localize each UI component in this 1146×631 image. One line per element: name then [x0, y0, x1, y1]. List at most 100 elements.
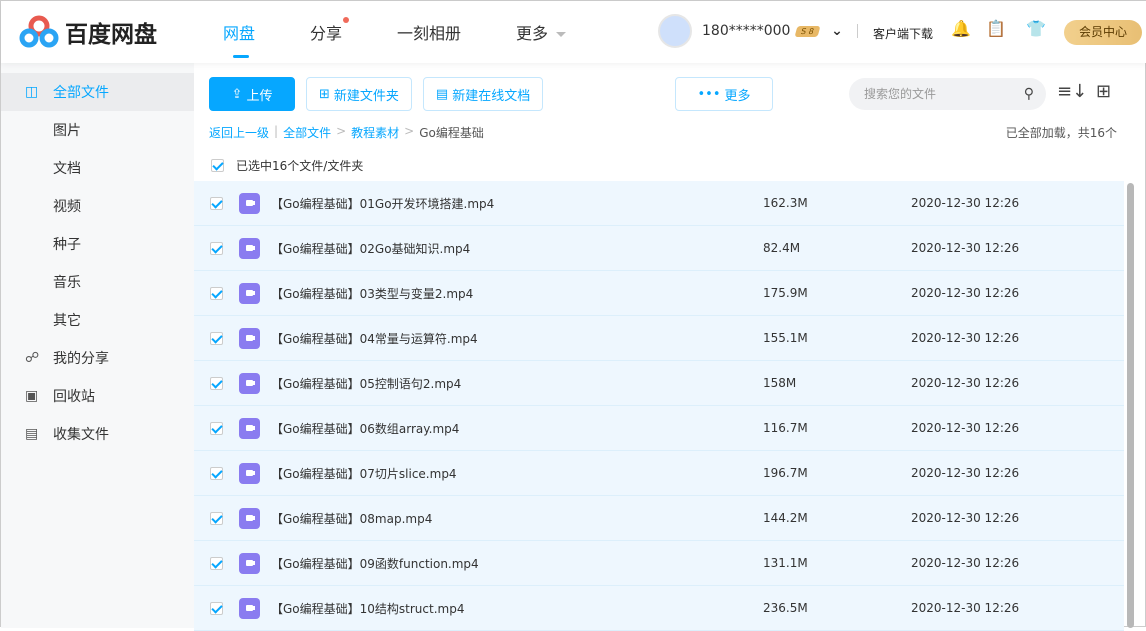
sidebar-item-label: 我的分享 — [53, 351, 109, 367]
file-name[interactable]: 【Go编程基础】10结构struct.mp4 — [271, 600, 464, 617]
file-name[interactable]: 【Go编程基础】06数组array.mp4 — [271, 420, 459, 437]
avatar[interactable] — [658, 14, 692, 48]
file-name[interactable]: 【Go编程基础】02Go基础知识.mp4 — [271, 240, 470, 257]
caret-down-icon — [556, 31, 567, 42]
file-row[interactable]: 【Go编程基础】02Go基础知识.mp4 82.4M 2020-12-30 12:2… — [194, 226, 1124, 271]
user-menu[interactable]: 180*****000 S 8 ⌄ — [658, 14, 843, 48]
sidebar-item-documents[interactable]: 文档 — [1, 149, 194, 187]
tshirt-icon[interactable]: 👕 — [1026, 19, 1046, 39]
file-row[interactable]: 【Go编程基础】03类型与变量2.mp4 175.9M 2020-12-30 12:… — [194, 271, 1124, 316]
file-date: 2020-12-30 12:26 — [911, 241, 1020, 255]
file-row[interactable]: 【Go编程基础】04常量与运算符.mp4 155.1M 2020-12-30 12:… — [194, 316, 1124, 361]
dots-icon: ••• — [697, 86, 721, 102]
video-file-icon — [239, 462, 260, 484]
sidebar-item-music[interactable]: 音乐 — [1, 263, 194, 301]
sidebar-item-my-shares[interactable]: ☍ 我的分享 — [1, 339, 194, 377]
sidebar-item-label: 音乐 — [53, 275, 81, 291]
file-size: 131.1M — [763, 556, 808, 570]
sidebar-item-label: 回收站 — [53, 389, 95, 405]
file-date: 2020-12-30 12:26 — [911, 376, 1020, 390]
sidebar-item-recycle-bin[interactable]: ▣ 回收站 — [1, 377, 194, 415]
file-list: 【Go编程基础】01Go开发环境搭建.mp4 162.3M 2020-12-30 1… — [194, 181, 1124, 631]
file-row[interactable]: 【Go编程基础】08map.mp4 144.2M 2020-12-30 12:26 — [194, 496, 1124, 541]
select-all-checkbox[interactable] — [211, 159, 224, 172]
file-name[interactable]: 【Go编程基础】05控制语句2.mp4 — [271, 375, 461, 392]
video-file-icon — [239, 507, 260, 529]
file-row[interactable]: 【Go编程基础】09函数function.mp4 131.1M 2020-12-30… — [194, 541, 1124, 586]
new-folder-button[interactable]: ⊞ 新建文件夹 — [306, 77, 412, 111]
sidebar-item-videos[interactable]: 视频 — [1, 187, 194, 225]
baidu-netdisk-logo-icon — [19, 15, 59, 48]
file-name[interactable]: 【Go编程基础】08map.mp4 — [271, 510, 432, 527]
bell-icon[interactable]: 🔔 — [951, 19, 971, 39]
notification-dot — [343, 17, 350, 23]
file-name[interactable]: 【Go编程基础】01Go开发环境搭建.mp4 — [271, 195, 494, 212]
breadcrumb-tutorials[interactable]: 教程素材 — [351, 124, 399, 141]
sidebar-item-images[interactable]: 图片 — [1, 111, 194, 149]
files-icon: ◫ — [25, 84, 39, 100]
nav-more-label: 更多 — [516, 24, 549, 43]
file-row[interactable]: 【Go编程基础】01Go开发环境搭建.mp4 162.3M 2020-12-30 1… — [194, 181, 1124, 226]
new-doc-label: 新建在线文档 — [452, 88, 531, 104]
clipboard-icon[interactable]: 📋 — [986, 19, 1006, 39]
file-size: 155.1M — [763, 331, 808, 345]
client-download-link[interactable]: 客户端下载 — [873, 25, 933, 42]
row-checkbox[interactable] — [210, 241, 223, 255]
username: 180*****000 — [702, 23, 791, 39]
row-checkbox[interactable] — [210, 286, 223, 300]
nav-netdisk[interactable]: 网盘 — [223, 20, 255, 58]
video-file-icon — [239, 237, 260, 259]
scrollbar[interactable] — [1127, 183, 1134, 628]
row-checkbox[interactable] — [210, 556, 223, 570]
breadcrumb-all-files[interactable]: 全部文件 — [283, 124, 331, 141]
file-name[interactable]: 【Go编程基础】03类型与变量2.mp4 — [271, 285, 473, 302]
sort-icon[interactable]: ≡↓ — [1057, 81, 1087, 102]
file-row[interactable]: 【Go编程基础】07切片slice.mp4 196.7M 2020-12-30 12… — [194, 451, 1124, 496]
video-file-icon — [239, 417, 260, 439]
file-name[interactable]: 【Go编程基础】09函数function.mp4 — [271, 555, 479, 572]
select-all[interactable]: 已选中16个文件/文件夹 — [211, 157, 363, 174]
more-button[interactable]: ••• 更多 — [675, 77, 773, 111]
file-row[interactable]: 【Go编程基础】06数组array.mp4 116.7M 2020-12-30 12… — [194, 406, 1124, 451]
upload-label: 上传 — [246, 88, 273, 104]
sidebar-item-other[interactable]: 其它 — [1, 301, 194, 339]
sidebar-item-collect-files[interactable]: ▤ 收集文件 — [1, 415, 194, 453]
file-name[interactable]: 【Go编程基础】07切片slice.mp4 — [271, 465, 457, 482]
row-checkbox[interactable] — [210, 331, 223, 345]
search-input[interactable]: 搜索您的文件 ⚲ — [849, 78, 1046, 110]
file-date: 2020-12-30 12:26 — [911, 601, 1020, 615]
row-checkbox[interactable] — [210, 196, 223, 210]
breadcrumb: 返回上一级 | 全部文件 > 教程素材 > Go编程基础 — [209, 124, 484, 141]
chevron-down-icon[interactable]: ⌄ — [831, 23, 843, 39]
video-file-icon — [239, 552, 260, 574]
row-checkbox[interactable] — [210, 601, 223, 615]
grid-view-icon[interactable]: ⊞ — [1096, 81, 1111, 102]
breadcrumb-back[interactable]: 返回上一级 — [209, 124, 269, 141]
file-size: 236.5M — [763, 601, 808, 615]
divider — [857, 24, 858, 38]
search-icon[interactable]: ⚲ — [1024, 78, 1034, 110]
upload-button[interactable]: ⇪ 上传 — [209, 77, 295, 111]
main-nav: 网盘 分享 一刻相册 更多 — [223, 17, 621, 58]
sidebar-item-torrents[interactable]: 种子 — [1, 225, 194, 263]
sidebar-item-all-files[interactable]: ◫ 全部文件 — [1, 73, 194, 111]
nav-share[interactable]: 分享 — [310, 17, 350, 44]
row-checkbox[interactable] — [210, 376, 223, 390]
nav-album[interactable]: 一刻相册 — [397, 20, 461, 44]
file-size: 144.2M — [763, 511, 808, 525]
sidebar-item-label: 收集文件 — [53, 427, 109, 443]
nav-share-label: 分享 — [310, 24, 343, 43]
search-placeholder: 搜索您的文件 — [864, 87, 937, 101]
file-name[interactable]: 【Go编程基础】04常量与运算符.mp4 — [271, 330, 478, 347]
row-checkbox[interactable] — [210, 421, 223, 435]
row-checkbox[interactable] — [210, 466, 223, 480]
vip-center-button[interactable]: 会员中心 — [1064, 20, 1142, 45]
new-online-doc-button[interactable]: ▤ 新建在线文档 — [422, 77, 544, 111]
collect-icon: ▤ — [25, 426, 39, 442]
logo[interactable]: 百度网盘 — [19, 15, 157, 49]
nav-more[interactable]: 更多 — [516, 20, 567, 44]
sidebar: ◫ 全部文件 图片 文档 视频 种子 音乐 其它 ☍ 我的分享 ▣ 回收站 ▤ 收集文件 — [1, 63, 194, 628]
file-row[interactable]: 【Go编程基础】10结构struct.mp4 236.5M 2020-12-30 1… — [194, 586, 1124, 631]
row-checkbox[interactable] — [210, 511, 223, 525]
file-row[interactable]: 【Go编程基础】05控制语句2.mp4 158M 2020-12-30 12:26 — [194, 361, 1124, 406]
